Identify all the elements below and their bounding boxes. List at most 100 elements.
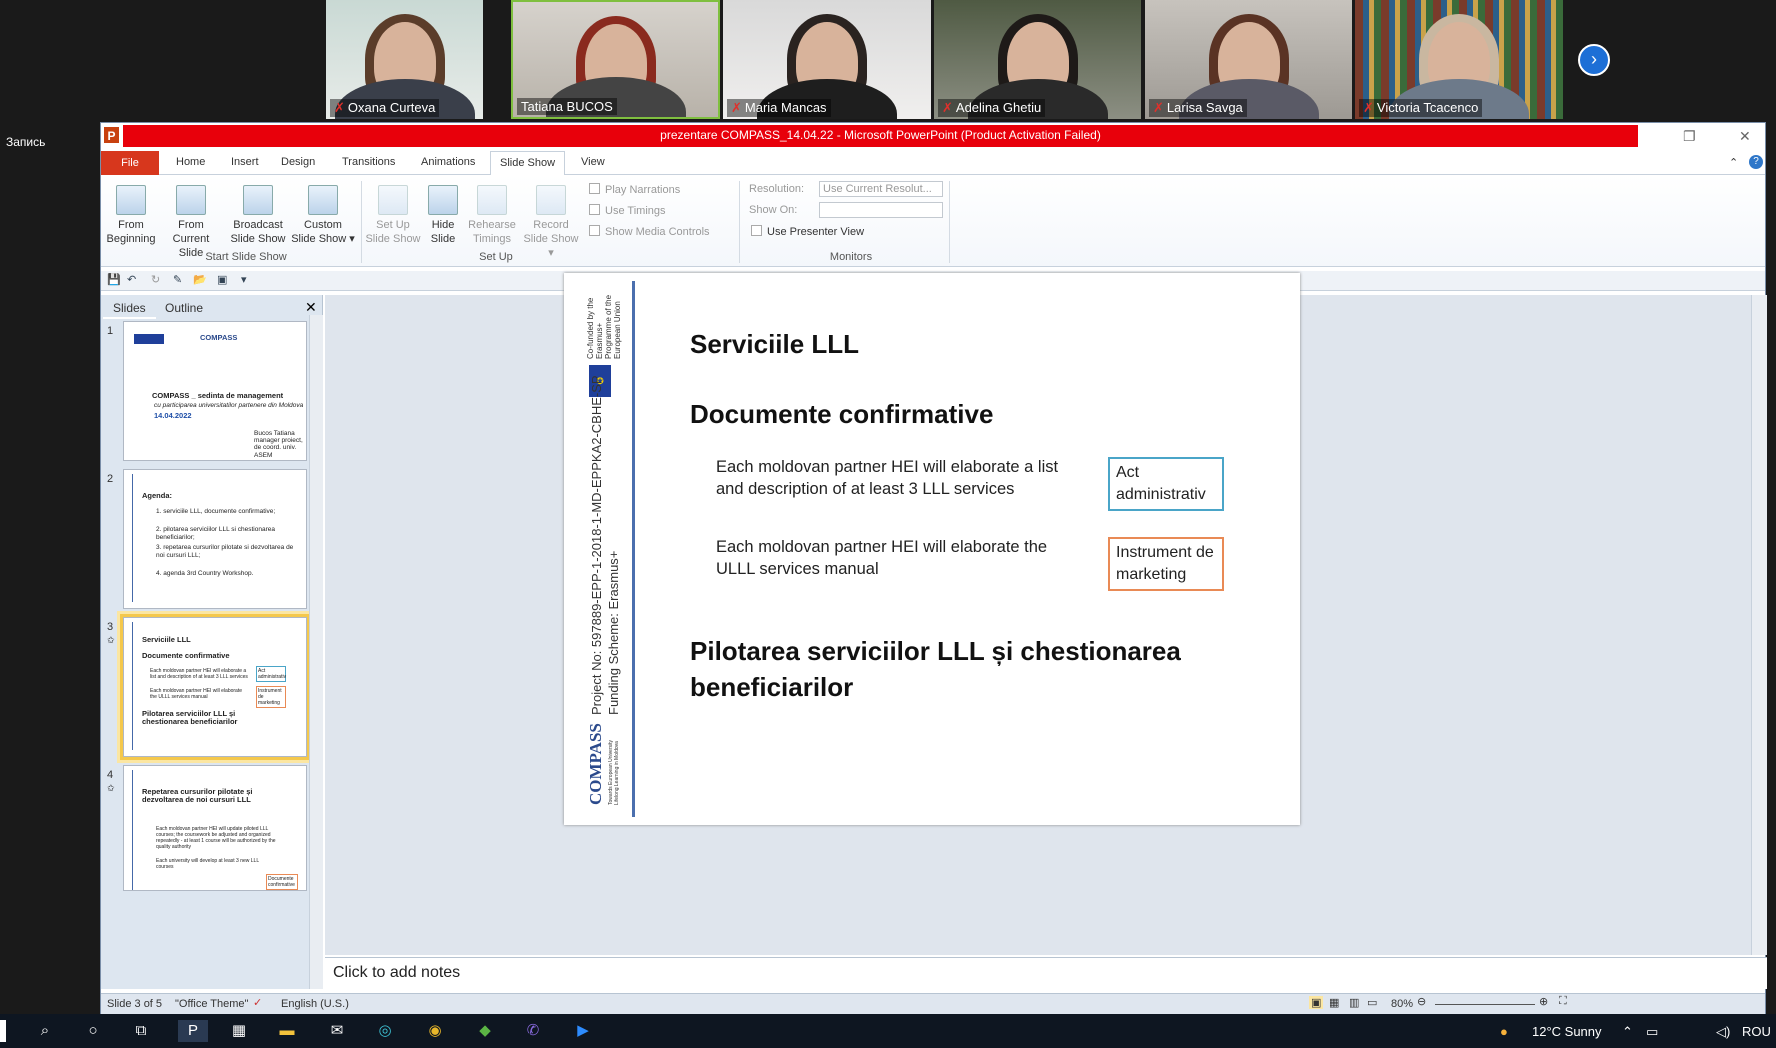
folder-icon[interactable]: ▬ [276,1020,298,1042]
tray-chevron-icon[interactable]: ⌃ [1622,1024,1633,1040]
current-slide[interactable]: ✪ Co-funded by the Erasmus+ Programme of… [564,273,1300,825]
slideshow-start-icon [116,185,146,215]
viber-icon[interactable]: ✆ [522,1020,544,1042]
spell-check-icon[interactable]: ✓ [253,996,262,1009]
resolution-label: Resolution: [749,183,805,195]
help-icon[interactable]: ? [1749,155,1763,169]
slides-pane-scrollbar[interactable] [309,315,323,989]
slide-title-2: Documente confirmative [690,399,994,429]
layout-icon[interactable]: ▣ [217,273,227,286]
torrent-icon[interactable]: ◆ [474,1020,496,1042]
undo-icon[interactable]: ↶ [127,273,136,286]
editor-scrollbar[interactable] [1751,295,1767,955]
tab-transitions[interactable]: Transitions [342,156,395,168]
volume-icon[interactable]: ◁) [1716,1024,1730,1040]
tab-file[interactable]: File [101,151,159,175]
tab-animations[interactable]: Animations [421,156,475,168]
show-on-select[interactable] [819,202,943,218]
fit-slide-icon[interactable]: ⛶ [1559,995,1567,1008]
mail-icon[interactable]: ✉ [326,1020,348,1042]
show-media-controls-checkbox[interactable]: Show Media Controls [589,225,710,238]
slide-thumbnail-1[interactable]: COMPASS COMPASS _ sedinta de management … [123,321,307,461]
hide-slide-icon [428,185,458,215]
language[interactable]: English (U.S.) [281,998,349,1010]
thumb-title: Pilotarea serviciilor LLL și chestionare… [142,709,238,726]
chevron-right-icon[interactable]: › [1578,44,1610,76]
thumb-text: Each moldovan partner HEI will elaborate… [150,668,248,680]
edge-icon[interactable]: ◎ [374,1020,396,1042]
close-pane-icon[interactable]: ✕ [305,299,317,316]
from-beginning-button[interactable]: From Beginning [105,185,157,246]
video-tile-6[interactable]: ✗ Victoria Tcacenco [1355,0,1563,119]
video-tile-4[interactable]: ✗ Adelina Ghetiu [934,0,1141,119]
cortana-icon[interactable]: ○ [82,1020,104,1042]
slide-sorter-icon[interactable]: ▦ [1329,996,1339,1009]
chrome-icon[interactable]: ◉ [424,1020,446,1042]
powerpoint-taskbar-icon[interactable]: P [178,1020,208,1042]
redo-icon[interactable]: ↻ [151,273,160,286]
weather-text[interactable]: 12°C Sunny [1532,1024,1602,1039]
zoom-slider[interactable] [1435,1004,1535,1005]
thumb-title: COMPASS _ sedinta de management [152,391,284,400]
custom-slide-show-button[interactable]: Custom Slide Show ▾ [291,185,355,246]
video-tile-3[interactable]: ✗ Maria Mancas [723,0,931,119]
tab-slides[interactable]: Slides [103,299,156,319]
box-act-administrativ: Act administrativ [1108,457,1224,511]
play-narrations-checkbox[interactable]: Play Narrations [589,183,680,196]
tab-view[interactable]: View [581,156,605,168]
weather-icon: ● [1500,1024,1508,1039]
zoom-icon[interactable]: ▶ [572,1020,594,1042]
hide-slide-button[interactable]: Hide Slide [423,185,463,246]
search-icon[interactable]: ⌕ [34,1020,56,1042]
broadcast-slide-show-button[interactable]: Broadcast Slide Show [229,185,287,246]
participant-name: ✗ Victoria Tcacenco [1359,99,1483,117]
network-icon[interactable]: ▭ [1646,1024,1658,1040]
video-tile-2[interactable]: Tatiana BUCOS [511,0,720,119]
use-presenter-view-checkbox[interactable]: Use Presenter View [751,225,864,238]
tab-outline[interactable]: Outline [155,299,213,317]
input-language[interactable]: ROU [1742,1024,1771,1039]
tab-slide-show[interactable]: Slide Show [490,151,566,176]
rehearse-timings-button[interactable]: Rehearse Timings [465,185,519,246]
open-icon[interactable]: 📂 [193,273,207,286]
resolution-select[interactable]: Use Current Resolut... [819,181,943,197]
setup-icon [378,185,408,215]
tab-insert[interactable]: Insert [231,156,259,168]
thumb-item: 4. agenda 3rd Country Workshop. [156,570,254,577]
thumb-title: Serviciile LLL [142,635,191,644]
store-icon[interactable]: ▦ [228,1020,250,1042]
video-tile-1[interactable]: ✗ Oxana Curteva [326,0,483,119]
chevron-up-icon[interactable]: ⌃ [1729,156,1738,169]
restore-icon[interactable]: ❐ [1683,128,1696,145]
tab-design[interactable]: Design [281,156,315,168]
set-up-slide-show-button[interactable]: Set Up Slide Show [365,185,421,246]
slide-thumbnail-3[interactable]: Serviciile LLL Documente confirmative Ea… [120,614,310,760]
thumb-item: 1. serviciile LLL, documente confirmativ… [156,508,276,515]
powerpoint-app-icon[interactable]: P [103,126,120,144]
format-painter-icon[interactable]: ✎ [173,273,182,286]
eu-logo [134,334,164,344]
slide-accent-line [632,281,635,817]
video-tile-5[interactable]: ✗ Larisa Savga [1145,0,1352,119]
reading-view-icon[interactable]: ▥ [1349,996,1359,1009]
ribbon-tabs: File Home Insert Design Transitions Anim… [101,151,1765,176]
normal-view-icon[interactable]: ▣ [1309,996,1324,1009]
slide-thumbnail-4[interactable]: Repetarea cursurilor pilotate și dezvolt… [123,765,307,891]
record-slide-show-button[interactable]: Record Slide Show ▾ [521,185,581,260]
zoom-level[interactable]: 80% [1391,998,1413,1010]
tab-home[interactable]: Home [176,156,205,168]
from-current-slide-button[interactable]: From Current Slide [159,185,223,260]
save-icon[interactable]: 💾 [107,273,121,286]
use-timings-checkbox[interactable]: Use Timings [589,204,666,217]
zoom-out-icon[interactable]: ⊖ [1417,995,1426,1008]
close-icon[interactable]: ✕ [1739,128,1751,145]
customize-icon[interactable]: ▾ [241,273,247,286]
windows-start-icon[interactable] [0,1020,6,1042]
slide-thumbnail-2[interactable]: Agenda: 1. serviciile LLL, documente con… [123,469,307,609]
participant-name: ✗ Oxana Curteva [330,99,440,117]
zoom-in-icon[interactable]: ⊕ [1539,995,1548,1008]
notes-pane[interactable]: Click to add notes [325,957,1767,989]
thumb-text: Each moldovan partner HEI will elaborate… [150,688,242,700]
task-view-icon[interactable]: ⧉ [130,1020,152,1042]
slideshow-view-icon[interactable]: ▭ [1367,996,1377,1009]
